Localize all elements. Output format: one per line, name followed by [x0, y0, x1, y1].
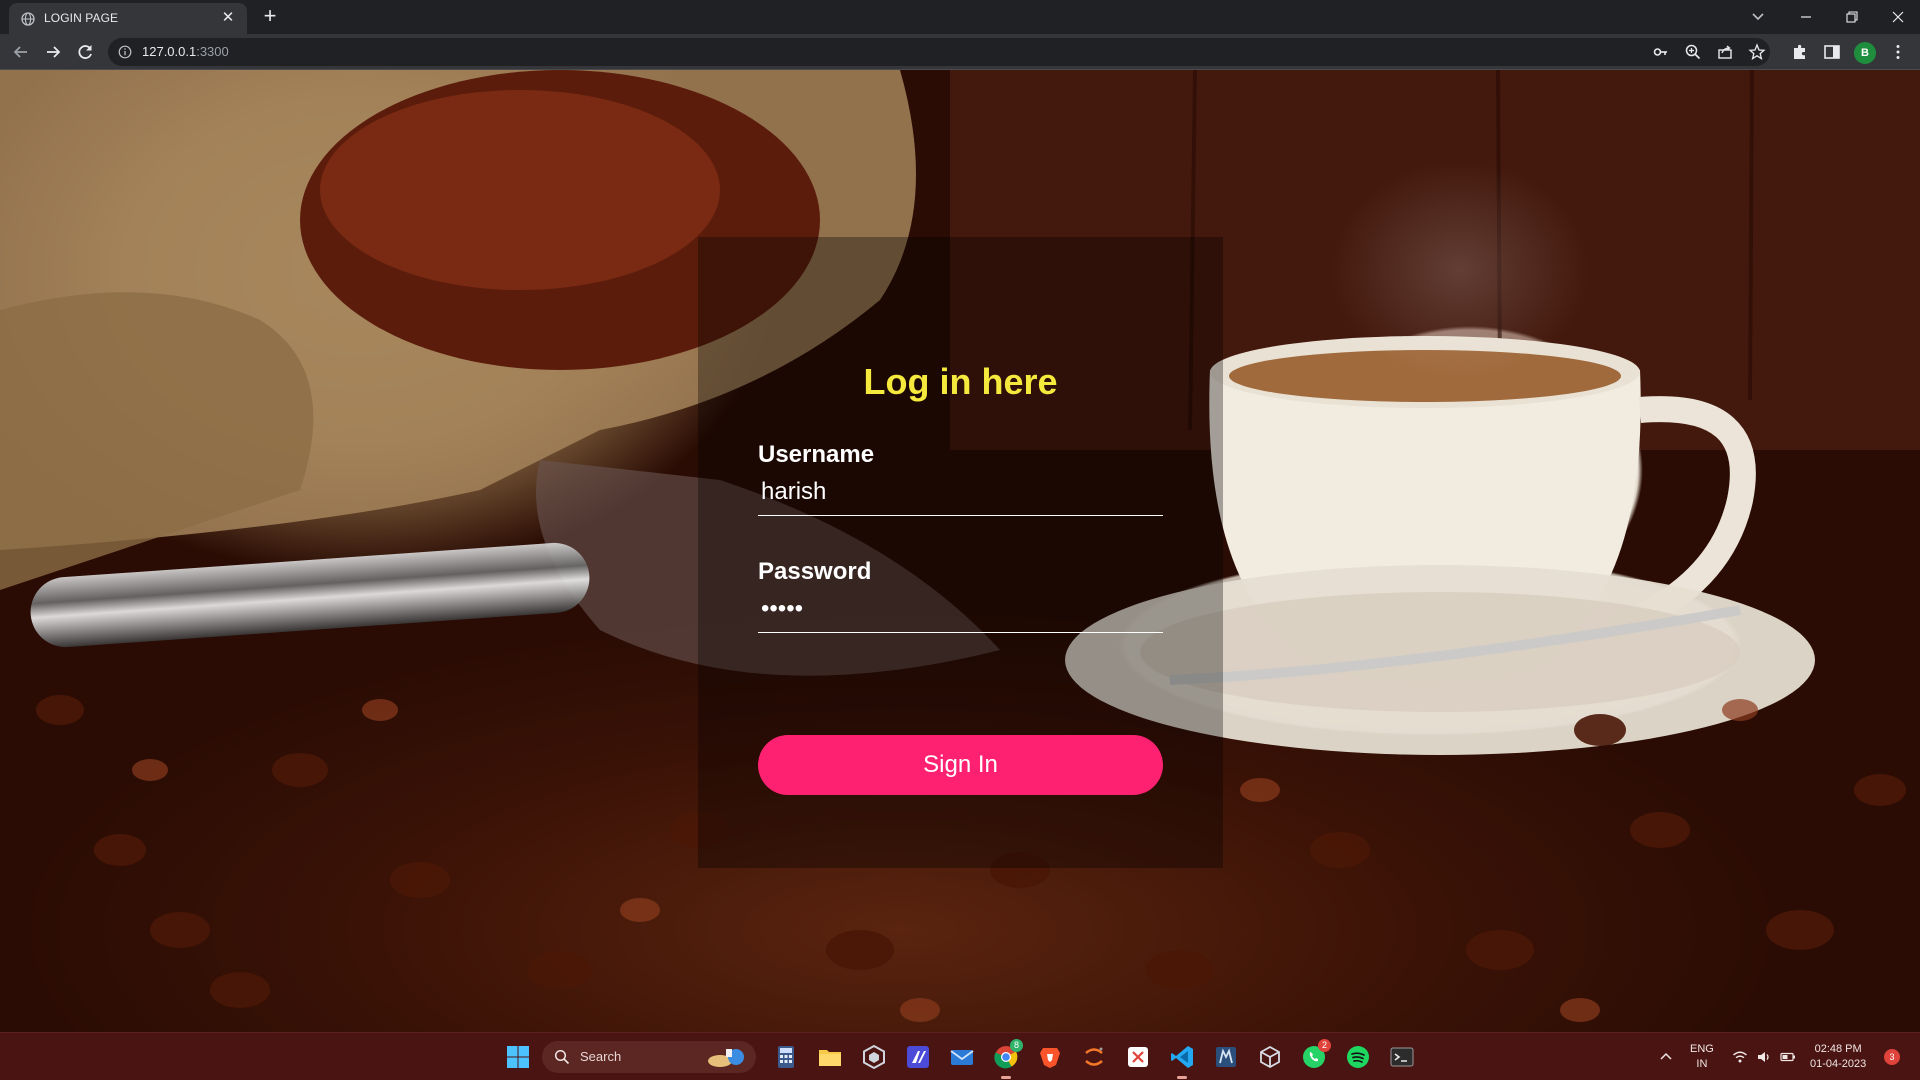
browser-toolbar: 127.0.0.1:3300 B [0, 34, 1920, 70]
tab-close-icon[interactable]: ✕ [219, 9, 237, 27]
chrome-notification-badge: 8 [1010, 1039, 1023, 1052]
clock-date: 01-04-2023 [1810, 1058, 1867, 1070]
3d-viewer-cube-icon[interactable] [1256, 1043, 1284, 1071]
whatsapp-notification-badge: 2 [1318, 1039, 1331, 1052]
chrome-app-icon[interactable]: 8 [992, 1039, 1023, 1079]
volume-icon[interactable] [1756, 1049, 1772, 1065]
site-info-icon[interactable] [118, 45, 132, 59]
address-bar[interactable]: 127.0.0.1:3300 [108, 38, 1770, 66]
login-form: Log in here Username Password Sign In [698, 237, 1223, 868]
window-close-icon[interactable] [1884, 5, 1912, 29]
browser-tab-strip: LOGIN PAGE ✕ + [0, 0, 1920, 34]
reload-icon[interactable] [74, 41, 96, 63]
windows-start-icon[interactable] [506, 1045, 530, 1069]
zoom-icon[interactable] [1684, 43, 1702, 61]
username-label: Username [758, 441, 875, 468]
spotify-app-icon[interactable] [1344, 1043, 1372, 1071]
window-minimize-icon[interactable] [1792, 5, 1820, 29]
tray-overflow-chevron-icon[interactable] [1658, 1049, 1674, 1065]
file-explorer-icon[interactable] [816, 1043, 844, 1071]
address-host: 127.0.0.1 [142, 44, 197, 59]
settings-hex-app-icon[interactable] [860, 1043, 888, 1071]
window-restore-icon[interactable] [1838, 5, 1866, 29]
brave-browser-icon[interactable] [1036, 1043, 1064, 1071]
back-arrow-icon[interactable] [10, 41, 32, 63]
wifi-icon[interactable] [1732, 1049, 1748, 1065]
sign-in-button[interactable]: Sign In [758, 735, 1163, 795]
side-panel-icon[interactable] [1822, 42, 1842, 62]
password-input[interactable] [758, 585, 1163, 633]
jupyter-app-icon[interactable] [1080, 1043, 1108, 1071]
windows-taskbar: Search 8 2 ENG IN 02:48 PM 01-04-2023 3 [0, 1032, 1920, 1080]
login-heading: Log in here [863, 361, 1058, 402]
battery-icon[interactable] [1780, 1049, 1796, 1065]
address-url[interactable]: 127.0.0.1:3300 [142, 44, 229, 59]
username-input[interactable] [758, 468, 1163, 516]
steam-decoration [1330, 160, 1590, 380]
tab-title: LOGIN PAGE [44, 11, 119, 25]
address-port: :3300 [196, 44, 229, 59]
key-icon[interactable] [1652, 43, 1670, 61]
calculator-app-icon[interactable] [772, 1043, 800, 1071]
forward-arrow-icon[interactable] [42, 41, 64, 63]
taskbar-search-box[interactable]: Search [542, 1041, 756, 1073]
browser-menu-kebab-icon[interactable] [1888, 42, 1908, 62]
vscode-logo-icon [1171, 1046, 1193, 1068]
terminal-app-icon[interactable] [1388, 1043, 1416, 1071]
search-highlight-art-icon [708, 1049, 744, 1067]
new-tab-button[interactable]: + [258, 5, 282, 29]
system-clock[interactable]: 02:48 PM 01-04-2023 [1810, 1042, 1866, 1072]
visual-studio-app-icon[interactable] [904, 1043, 932, 1071]
password-label: Password [758, 558, 872, 585]
browser-tab-login-page[interactable]: LOGIN PAGE ✕ [9, 3, 247, 34]
sql-server-app-icon[interactable] [1212, 1043, 1240, 1071]
bookmark-star-icon[interactable] [1748, 43, 1766, 61]
globe-icon [21, 12, 35, 26]
page-viewport: Log in here Username Password Sign In [0, 70, 1920, 1032]
language-region: IN [1696, 1058, 1708, 1070]
taskbar-search-placeholder: Search [580, 1049, 622, 1064]
whatsapp-app-icon[interactable]: 2 [1300, 1039, 1331, 1071]
tab-search-chevron-icon[interactable] [1746, 6, 1770, 28]
vscode-app-icon[interactable] [1168, 1043, 1196, 1079]
profile-avatar[interactable]: B [1854, 42, 1876, 64]
notification-center-badge[interactable]: 3 [1884, 1049, 1900, 1065]
language-indicator[interactable]: ENG IN [1690, 1042, 1714, 1072]
search-icon [554, 1049, 570, 1065]
language-code: ENG [1690, 1043, 1714, 1055]
share-icon[interactable] [1716, 43, 1734, 61]
mail-app-icon[interactable] [948, 1043, 976, 1071]
clock-time: 02:48 PM [1814, 1043, 1862, 1055]
extensions-puzzle-icon[interactable] [1790, 42, 1810, 62]
snipping-tool-icon[interactable] [1124, 1043, 1152, 1071]
